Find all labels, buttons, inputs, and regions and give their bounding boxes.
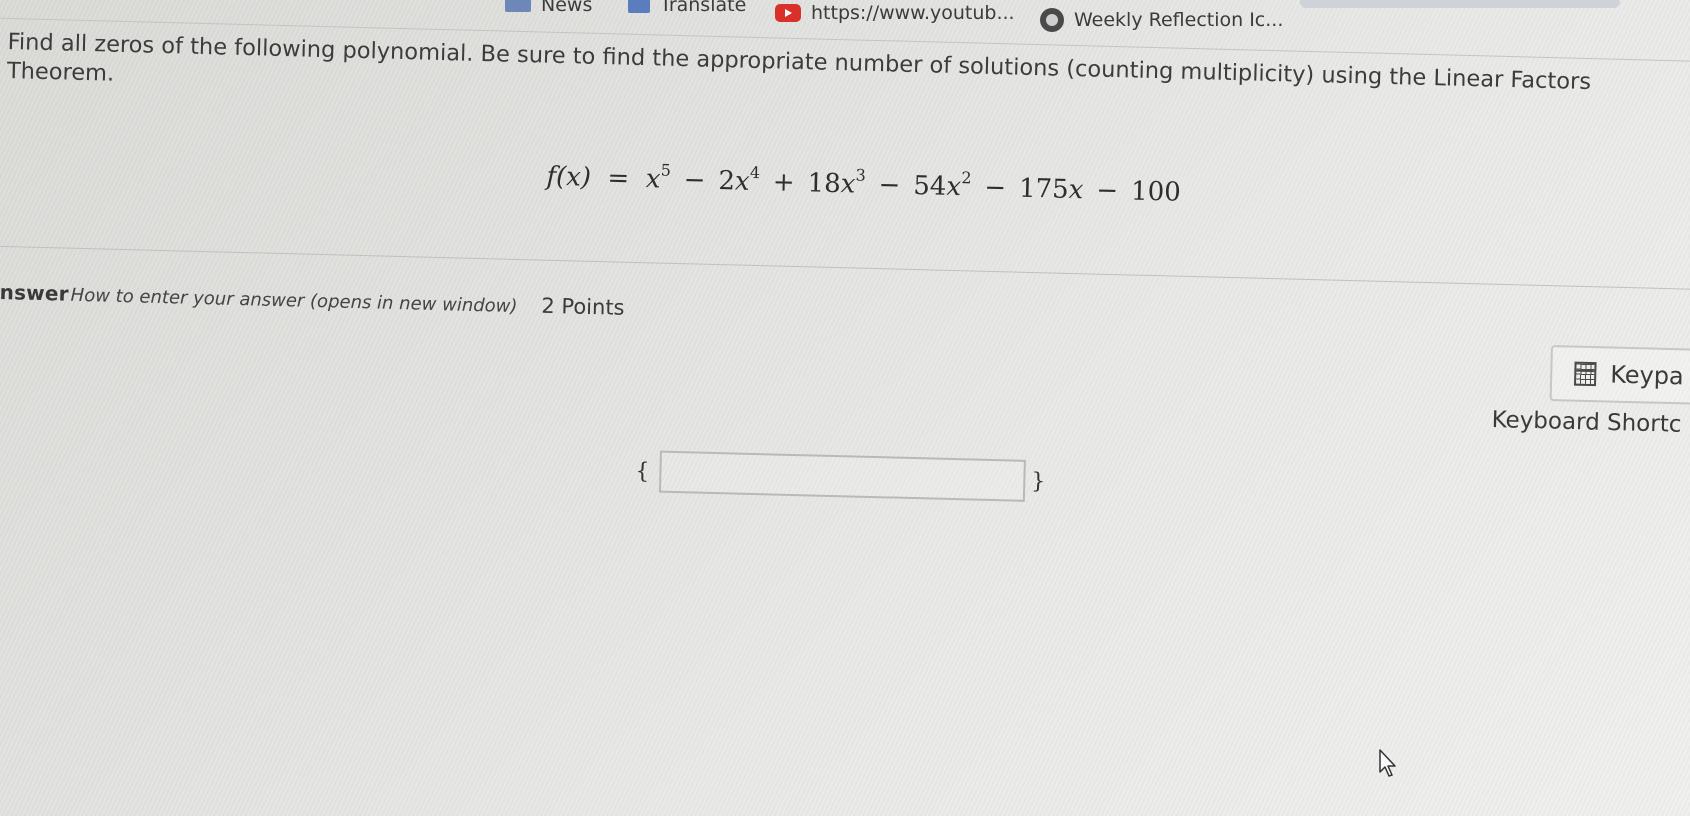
polynomial-formula: f(x) = x5 − 2x4 + 18x3 − 54x2 − 175x − 1… <box>546 158 1665 220</box>
formula-variable: x <box>946 171 962 203</box>
open-brace: { <box>635 458 650 484</box>
keypad-label: Keypa <box>1609 360 1685 391</box>
formula-variable: x <box>840 169 856 200</box>
youtube-icon <box>775 4 801 22</box>
news-icon <box>505 0 531 12</box>
formula-coefficient: 18 <box>807 168 842 200</box>
question-text: Find all zeros of the following polynomi… <box>6 28 1592 96</box>
formula-term: − 2x4 <box>670 162 761 197</box>
formula-term: x5 <box>645 161 671 195</box>
calculator-icon <box>1573 361 1597 387</box>
formula-coefficient: 54 <box>912 170 947 202</box>
formula-term: − 54x2 <box>865 168 972 203</box>
formula-variable: x <box>1068 174 1084 206</box>
keyboard-shortcuts-link[interactable]: Keyboard Shortc <box>1491 407 1681 438</box>
browser-chip <box>1300 0 1620 8</box>
close-brace: } <box>1031 468 1046 494</box>
formula-sign: − <box>670 164 719 197</box>
formula-exponent: 2 <box>961 168 972 188</box>
globe-icon <box>1040 8 1064 32</box>
bookmark-news-label: News <box>541 0 593 16</box>
formula-variable: x <box>734 166 751 197</box>
formula-variable: x <box>645 164 661 195</box>
answer-input-group: { } <box>635 450 1046 502</box>
formula-sign: − <box>970 172 1020 204</box>
answer-header: nswer How to enter your answer (opens in… <box>0 280 625 320</box>
formula-coefficient: 100 <box>1130 176 1182 208</box>
bookmark-news[interactable]: News <box>505 0 592 16</box>
question-panel: Find all zeros of the following polynomi… <box>0 17 1690 290</box>
formula-term: − 100 <box>1082 175 1182 208</box>
points-value: 2 Points <box>541 293 625 320</box>
bookmark-translate-label: Translate <box>660 0 747 16</box>
formula-exponent: 4 <box>749 162 761 183</box>
formula-sign: − <box>1082 175 1132 207</box>
how-to-enter-answer-link[interactable]: How to enter your answer (opens in new w… <box>70 285 517 317</box>
bookmark-youtube-label: https://www.youtub... <box>811 2 1015 24</box>
formula-terms: x5 − 2x4 + 18x3 − 54x2 − 175x − 100 <box>645 161 1182 208</box>
bookmark-youtube[interactable]: https://www.youtub... <box>775 2 1015 24</box>
formula-term: − 175x <box>971 172 1084 205</box>
section-divider <box>0 245 1690 290</box>
answer-input[interactable] <box>658 450 1026 502</box>
translate-icon <box>628 0 650 13</box>
formula-sign: + <box>759 167 809 199</box>
keypad-button[interactable]: Keypa <box>1549 345 1690 406</box>
formula-lhs: f(x) <box>546 161 592 193</box>
answer-label: nswer <box>0 280 70 306</box>
bookmark-weekly-reflection[interactable]: Weekly Reflection Ic... <box>1040 8 1283 32</box>
formula-coefficient: 2 <box>718 166 736 197</box>
bookmarks-bar: News Translate https://www.youtub... Wee… <box>0 0 1690 32</box>
formula-coefficient: 175 <box>1018 173 1070 205</box>
bookmark-translate[interactable]: Translate <box>628 0 746 16</box>
formula-equals: = <box>607 163 630 194</box>
bookmark-weekly-label: Weekly Reflection Ic... <box>1074 9 1284 31</box>
formula-sign: − <box>865 169 914 201</box>
formula-term: + 18x3 <box>759 165 866 200</box>
